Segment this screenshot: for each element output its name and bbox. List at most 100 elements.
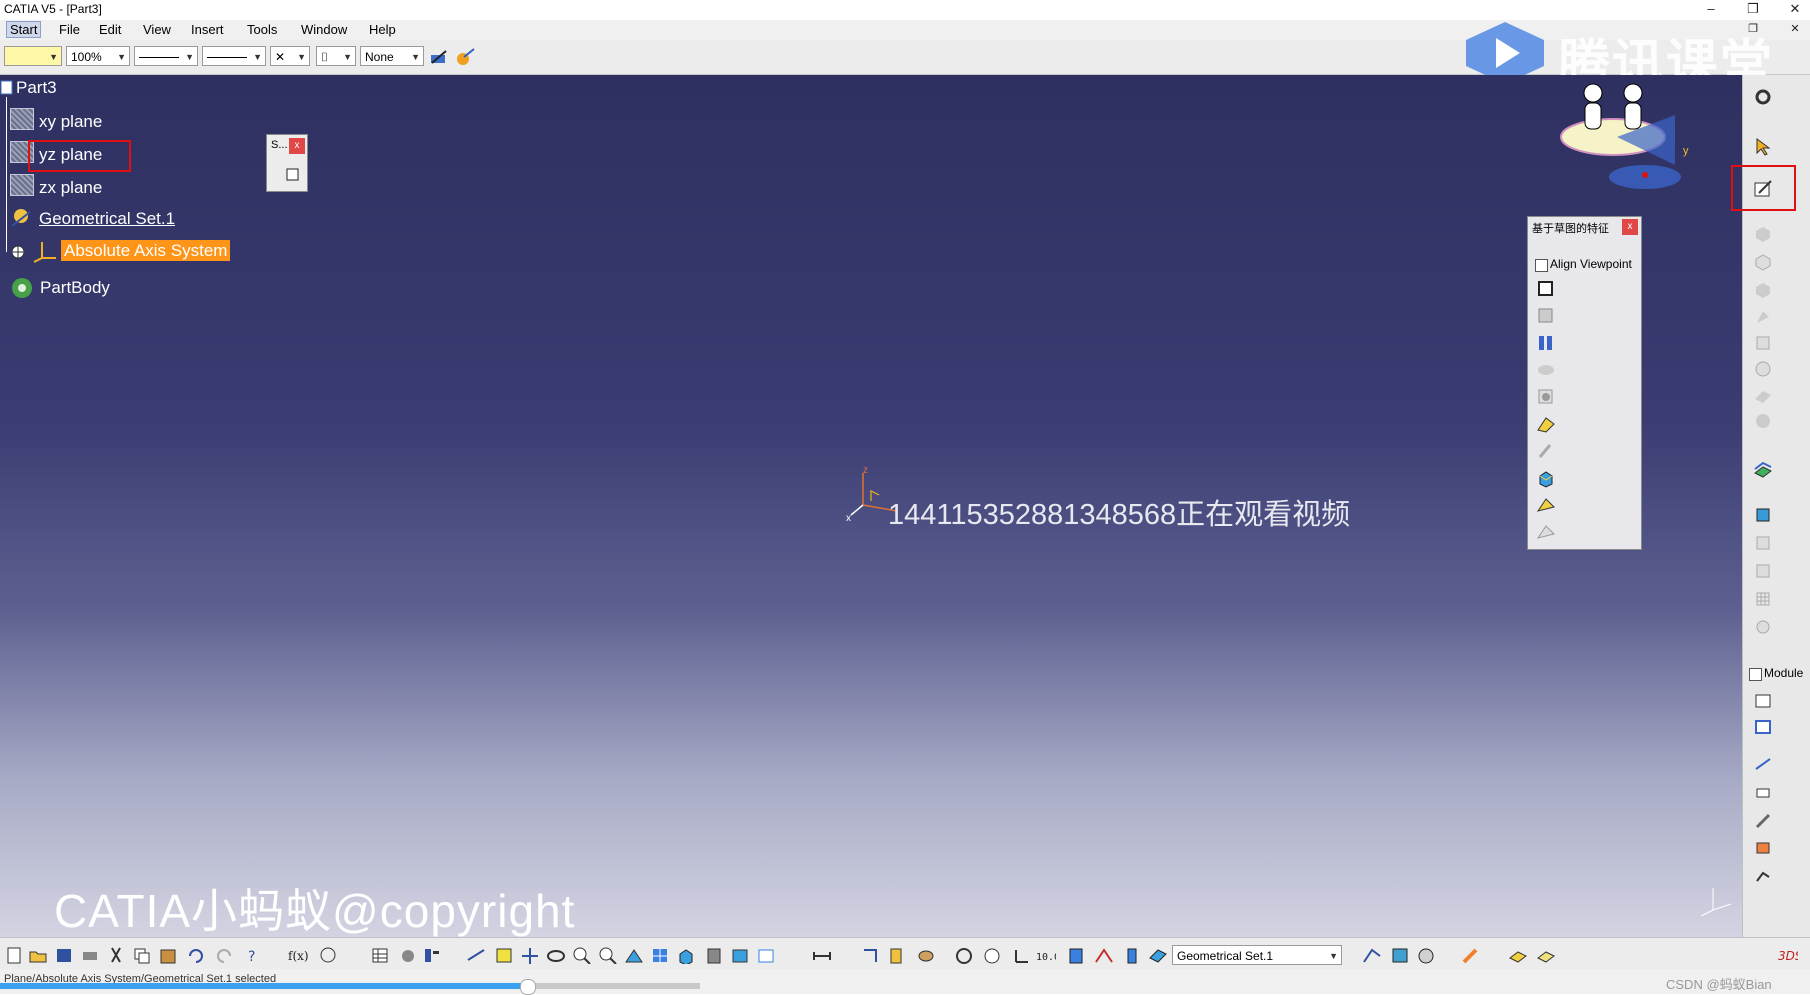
hole-icon[interactable] bbox=[1536, 387, 1558, 407]
chamfer-tool-icon[interactable] bbox=[1753, 307, 1775, 327]
rotate-icon[interactable] bbox=[546, 946, 566, 964]
sketch-icon[interactable] bbox=[285, 167, 301, 183]
measure-between-icon[interactable] bbox=[812, 946, 832, 964]
refresh-icon[interactable] bbox=[954, 946, 974, 964]
thread-tool-icon[interactable] bbox=[1753, 411, 1775, 431]
grid-tool-icon[interactable] bbox=[1753, 589, 1775, 609]
globe-icon[interactable] bbox=[1416, 946, 1436, 964]
current-body-combo[interactable]: Geometrical Set.1 ▼ bbox=[1172, 945, 1342, 965]
define-in-work-object-icon[interactable] bbox=[1148, 946, 1168, 964]
fillet-tool-icon[interactable] bbox=[1753, 279, 1775, 299]
graphic-properties-icon[interactable] bbox=[454, 47, 476, 67]
copy-icon[interactable] bbox=[132, 946, 152, 964]
line-type-combo[interactable]: ▼ bbox=[202, 46, 266, 66]
multi-view-icon[interactable] bbox=[650, 946, 670, 964]
module-checkbox[interactable] bbox=[1749, 668, 1762, 681]
layer-filter-icon[interactable] bbox=[1508, 946, 1528, 964]
tree-item-partbody[interactable]: PartBody bbox=[40, 278, 110, 298]
whats-this-icon[interactable]: ? bbox=[244, 946, 264, 964]
tree-item-absolute-axis-system[interactable]: Absolute Axis System bbox=[61, 240, 231, 261]
new-file-icon[interactable] bbox=[4, 946, 24, 964]
axis-system-tool-icon[interactable] bbox=[1010, 946, 1030, 964]
thickness-tool-icon[interactable] bbox=[1753, 385, 1775, 405]
print-icon[interactable] bbox=[80, 946, 100, 964]
menu-start[interactable]: Start bbox=[6, 21, 42, 38]
hand-icon[interactable] bbox=[982, 946, 1002, 964]
menu-edit[interactable]: Edit bbox=[96, 22, 124, 37]
draft-tool-icon[interactable] bbox=[1753, 333, 1775, 353]
select-arrow-icon[interactable] bbox=[1753, 137, 1775, 157]
solid-combine-icon[interactable] bbox=[1536, 468, 1558, 488]
3d-viewport[interactable]: Part3 xy plane yz plane zx plane Geometr… bbox=[0, 75, 1742, 937]
measure-tool-icon[interactable] bbox=[1753, 811, 1775, 831]
catalog-icon[interactable] bbox=[398, 946, 418, 964]
iso-view-icon[interactable] bbox=[676, 946, 696, 964]
pad-tool-icon[interactable] bbox=[1753, 223, 1775, 243]
painter-icon[interactable] bbox=[428, 47, 450, 67]
scaling-tool-icon[interactable] bbox=[1753, 617, 1775, 637]
apply-material-bottom-icon[interactable] bbox=[916, 946, 936, 964]
doc-close-button[interactable]: ✕ bbox=[1780, 20, 1810, 38]
pad-icon[interactable] bbox=[1536, 279, 1558, 299]
gear-icon[interactable] bbox=[1753, 87, 1775, 107]
measure-item-icon[interactable] bbox=[860, 946, 880, 964]
mirror-tool-icon[interactable] bbox=[1753, 533, 1775, 553]
removed-multi-sections-icon[interactable] bbox=[1536, 522, 1558, 542]
pan-icon[interactable] bbox=[520, 946, 540, 964]
tree-expand-icon[interactable] bbox=[422, 946, 442, 964]
pattern-tool-icon[interactable] bbox=[1753, 561, 1775, 581]
stack-icon[interactable] bbox=[1122, 946, 1142, 964]
line-thickness-combo[interactable]: ▼ bbox=[134, 46, 198, 66]
analysis-tool-icon[interactable] bbox=[1753, 865, 1775, 885]
pocket-tool-icon[interactable] bbox=[1753, 251, 1775, 271]
multi-sections-solid-icon[interactable] bbox=[1536, 495, 1558, 515]
point-type-combo[interactable]: ✕ ▼ bbox=[270, 46, 310, 66]
tree-root-part3[interactable]: Part3 bbox=[16, 78, 57, 98]
tree-item-xy-plane[interactable]: xy plane bbox=[39, 112, 102, 132]
sketch-analysis-icon[interactable] bbox=[1362, 946, 1382, 964]
measure-inertia-icon[interactable] bbox=[886, 946, 906, 964]
layer-view-icon[interactable] bbox=[1536, 946, 1556, 964]
knowledge-icon[interactable] bbox=[318, 946, 338, 964]
minimize-button[interactable]: – bbox=[1696, 0, 1726, 18]
capture-tool-icon[interactable] bbox=[1753, 717, 1775, 737]
slot-icon[interactable] bbox=[1536, 441, 1558, 461]
fly-mode-icon[interactable] bbox=[466, 946, 486, 964]
layer-combo[interactable]: None ▼ bbox=[360, 46, 424, 66]
transformation-tool-icon[interactable] bbox=[1753, 505, 1775, 525]
surface-tool-icon[interactable] bbox=[1753, 461, 1775, 481]
rib-icon[interactable] bbox=[1536, 414, 1558, 434]
tree-item-zx-plane[interactable]: zx plane bbox=[39, 178, 102, 198]
tree-item-geometrical-set[interactable]: Geometrical Set.1 bbox=[39, 209, 175, 229]
shell-tool-icon[interactable] bbox=[1753, 359, 1775, 379]
zoom-out-icon[interactable] bbox=[598, 946, 618, 964]
flag-note-icon[interactable] bbox=[1753, 783, 1775, 803]
undo-icon[interactable] bbox=[186, 946, 206, 964]
menu-help[interactable]: Help bbox=[366, 22, 399, 37]
text-annotation-icon[interactable] bbox=[1753, 755, 1775, 775]
brush-icon[interactable] bbox=[1460, 946, 1480, 964]
work-object-icon[interactable] bbox=[1066, 946, 1086, 964]
annotation-tool-icon[interactable] bbox=[1753, 691, 1775, 711]
cut-icon[interactable] bbox=[106, 946, 126, 964]
pocket-icon[interactable] bbox=[1536, 306, 1558, 326]
video-progress-handle[interactable] bbox=[520, 979, 536, 995]
menu-tools[interactable]: Tools bbox=[244, 22, 280, 37]
mini-palette-close-button[interactable]: x bbox=[289, 138, 305, 154]
open-folder-icon[interactable] bbox=[28, 946, 48, 964]
feature-palette-close-button[interactable]: x bbox=[1622, 219, 1638, 235]
snap-grid-icon[interactable]: 10.0 bbox=[1036, 946, 1056, 964]
menu-insert[interactable]: Insert bbox=[188, 22, 227, 37]
menu-window[interactable]: Window bbox=[298, 22, 350, 37]
close-button[interactable]: ✕ bbox=[1780, 0, 1810, 18]
scan-icon[interactable] bbox=[1094, 946, 1114, 964]
render-style-combo[interactable]: ⌷ ▼ bbox=[316, 46, 356, 66]
transparency-combo[interactable]: 100% ▼ bbox=[66, 46, 130, 66]
menu-view[interactable]: View bbox=[140, 22, 174, 37]
restore-button[interactable]: ❐ bbox=[1738, 0, 1768, 18]
formula-icon[interactable]: f(x) bbox=[288, 946, 308, 964]
groove-icon[interactable] bbox=[1536, 360, 1558, 380]
apply-material-icon[interactable] bbox=[1753, 837, 1775, 857]
align-viewpoint-checkbox[interactable] bbox=[1535, 259, 1548, 272]
map-icon[interactable] bbox=[1390, 946, 1410, 964]
